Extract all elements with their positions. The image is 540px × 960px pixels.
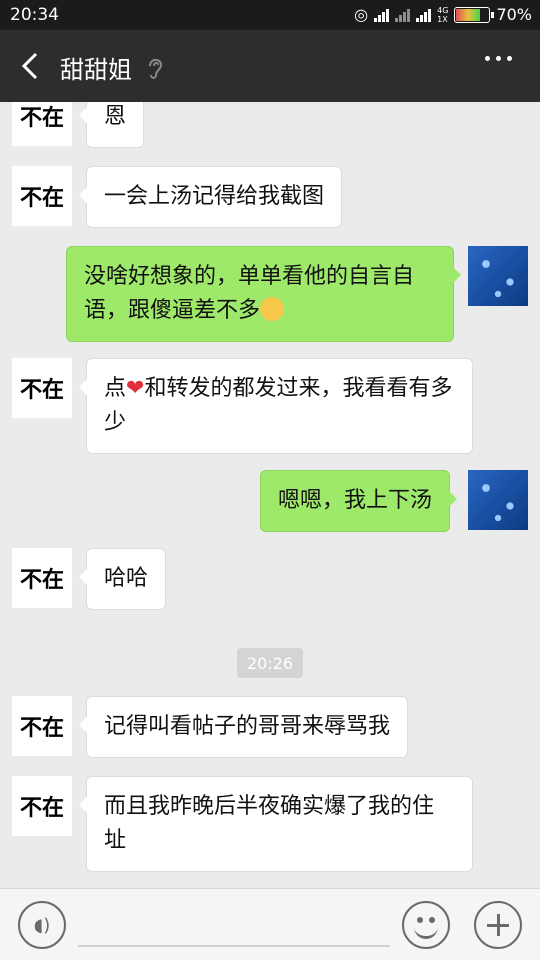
input-bar: ◖)	[0, 888, 540, 960]
chat-area[interactable]: 不在 恩 不在 一会上汤记得给我截图 没啥好想象的，单单看他的自言自语，跟傻逼差…	[0, 102, 540, 888]
heart-icon: ❤	[126, 376, 145, 401]
network-indicator: 4G 1X	[437, 6, 448, 24]
battery-icon	[454, 6, 495, 23]
network-type: 4G	[437, 5, 449, 15]
message-bubble-out[interactable]: 没啥好想象的，单单看他的自言自语，跟傻逼差不多	[66, 246, 461, 342]
contact-avatar[interactable]: 不在	[12, 358, 72, 418]
contact-avatar[interactable]: 不在	[12, 102, 72, 146]
signal-icon-3	[416, 8, 432, 22]
contact-avatar[interactable]: 不在	[12, 166, 72, 226]
contact-avatar[interactable]: 不在	[12, 696, 72, 756]
contact-avatar[interactable]: 不在	[12, 548, 72, 608]
chevron-left-icon[interactable]	[16, 48, 46, 84]
my-avatar[interactable]	[468, 470, 528, 530]
signal-icon	[374, 8, 390, 22]
battery-percent: 70%	[496, 5, 532, 24]
message-bubble-in[interactable]: 而且我昨晚后半夜确实爆了我的住址	[79, 776, 473, 872]
message-bubble-in[interactable]: 哈哈	[78, 548, 167, 610]
my-avatar[interactable]	[468, 246, 528, 306]
network-sub: 1X	[437, 14, 448, 24]
ear-icon	[149, 58, 163, 79]
status-time: 20:34	[10, 5, 59, 25]
battery-level	[456, 8, 481, 21]
message-input[interactable]	[78, 945, 390, 947]
alarm-icon: ◎	[354, 5, 369, 24]
chat-timestamp: 20:26	[237, 648, 303, 678]
thinking-face-emoji	[260, 297, 285, 321]
voice-icon[interactable]: ◖)	[18, 901, 66, 949]
message-text: 和转发的都发过来，我看看有多少	[104, 376, 453, 435]
signal-icon-2	[395, 8, 411, 22]
status-bar: 20:34 ◎ 4G 1X 70%	[0, 0, 540, 30]
more-dots-icon[interactable]	[485, 56, 512, 61]
emoji-icon[interactable]	[402, 901, 450, 949]
chat-title: 甜甜姐	[60, 56, 132, 84]
message-text: 点	[104, 376, 127, 401]
contact-avatar[interactable]: 不在	[12, 776, 72, 836]
chat-header: 甜甜姐	[0, 30, 540, 102]
message-bubble-in[interactable]: 恩	[78, 102, 145, 148]
message-bubble-in[interactable]: 一会上汤记得给我截图	[78, 166, 343, 228]
message-bubble-in[interactable]: 点❤和转发的都发过来，我看看有多少	[79, 358, 473, 454]
status-icons: ◎ 4G 1X 70%	[354, 5, 532, 24]
plus-icon[interactable]	[474, 901, 522, 949]
message-bubble-in[interactable]: 记得叫看帖子的哥哥来辱骂我	[78, 696, 409, 758]
message-text: 没啥好想象的，单单看他的自言自语，跟傻逼差不多	[84, 264, 415, 323]
message-bubble-out[interactable]: 嗯嗯，我上下汤	[260, 470, 458, 532]
